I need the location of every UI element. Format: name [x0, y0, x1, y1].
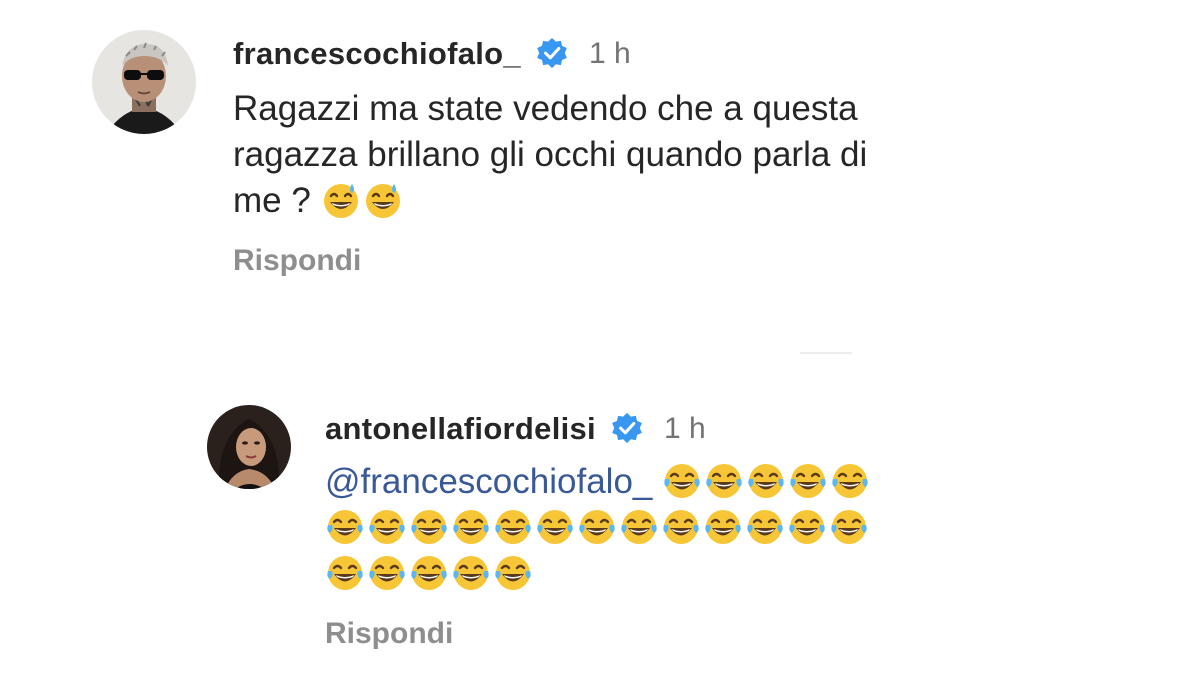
tears-of-joy-emoji-icon — [787, 507, 827, 547]
verified-badge-icon — [610, 412, 644, 446]
emoji-group — [662, 462, 872, 501]
emoji-row — [325, 505, 1105, 551]
comment-text-line: ragazza brillano gli occhi quando parla … — [233, 135, 868, 174]
sweat-smile-emoji-icon — [363, 180, 403, 220]
emoji-row — [325, 551, 1105, 597]
tears-of-joy-emoji-icon — [745, 507, 785, 547]
avatar[interactable] — [92, 30, 196, 134]
tears-of-joy-emoji-icon — [325, 507, 365, 547]
username[interactable]: antonellafiordelisi — [325, 411, 596, 447]
comment-text-line-last: me ? — [233, 178, 1133, 224]
tears-of-joy-emoji-icon — [619, 507, 659, 547]
reply-button[interactable]: Rispondi — [233, 244, 1133, 278]
comment-header: antonellafiordelisi 1 h — [325, 405, 1105, 453]
comment-text-line: Ragazzi ma state vedendo che a questa — [233, 89, 858, 128]
tears-of-joy-emoji-icon — [451, 507, 491, 547]
tears-of-joy-emoji-icon — [493, 507, 533, 547]
comment-text: @francescochiofalo_ — [325, 459, 1105, 597]
comment-header: francescochiofalo_ 1 h — [233, 30, 1133, 78]
comment-time: 1 h — [663, 412, 706, 445]
tears-of-joy-emoji-icon — [662, 461, 702, 501]
tears-of-joy-emoji-icon — [830, 461, 870, 501]
tears-of-joy-emoji-icon — [577, 507, 617, 547]
tears-of-joy-emoji-icon — [493, 553, 533, 593]
tears-of-joy-emoji-icon — [661, 507, 701, 547]
comment-body: francescochiofalo_ 1 h Ragazzi ma state … — [233, 30, 1133, 278]
mention-link[interactable]: @francescochiofalo_ — [325, 462, 652, 501]
tears-of-joy-emoji-icon — [409, 553, 449, 593]
divider — [800, 352, 852, 354]
reply-button[interactable]: Rispondi — [325, 617, 1105, 651]
comment-text: Ragazzi ma state vedendo che a questa ra… — [233, 86, 1133, 224]
verified-badge-icon — [535, 37, 569, 71]
tears-of-joy-emoji-icon — [535, 507, 575, 547]
tears-of-joy-emoji-icon — [704, 461, 744, 501]
tears-of-joy-emoji-icon — [367, 507, 407, 547]
tears-of-joy-emoji-icon — [451, 553, 491, 593]
comment-body: antonellafiordelisi 1 h @francescochiofa… — [325, 405, 1105, 651]
tears-of-joy-emoji-icon — [367, 553, 407, 593]
tears-of-joy-emoji-icon — [409, 507, 449, 547]
tears-of-joy-emoji-icon — [325, 553, 365, 593]
tears-of-joy-emoji-icon — [746, 461, 786, 501]
emoji-group — [321, 181, 405, 220]
emoji-row: @francescochiofalo_ — [325, 459, 1105, 505]
avatar[interactable] — [207, 405, 291, 489]
tears-of-joy-emoji-icon — [829, 507, 869, 547]
username[interactable]: francescochiofalo_ — [233, 36, 521, 72]
tears-of-joy-emoji-icon — [703, 507, 743, 547]
tears-of-joy-emoji-icon — [788, 461, 828, 501]
comment-time: 1 h — [588, 37, 631, 70]
comment-text-line: me ? — [233, 181, 311, 220]
sweat-smile-emoji-icon — [321, 180, 361, 220]
